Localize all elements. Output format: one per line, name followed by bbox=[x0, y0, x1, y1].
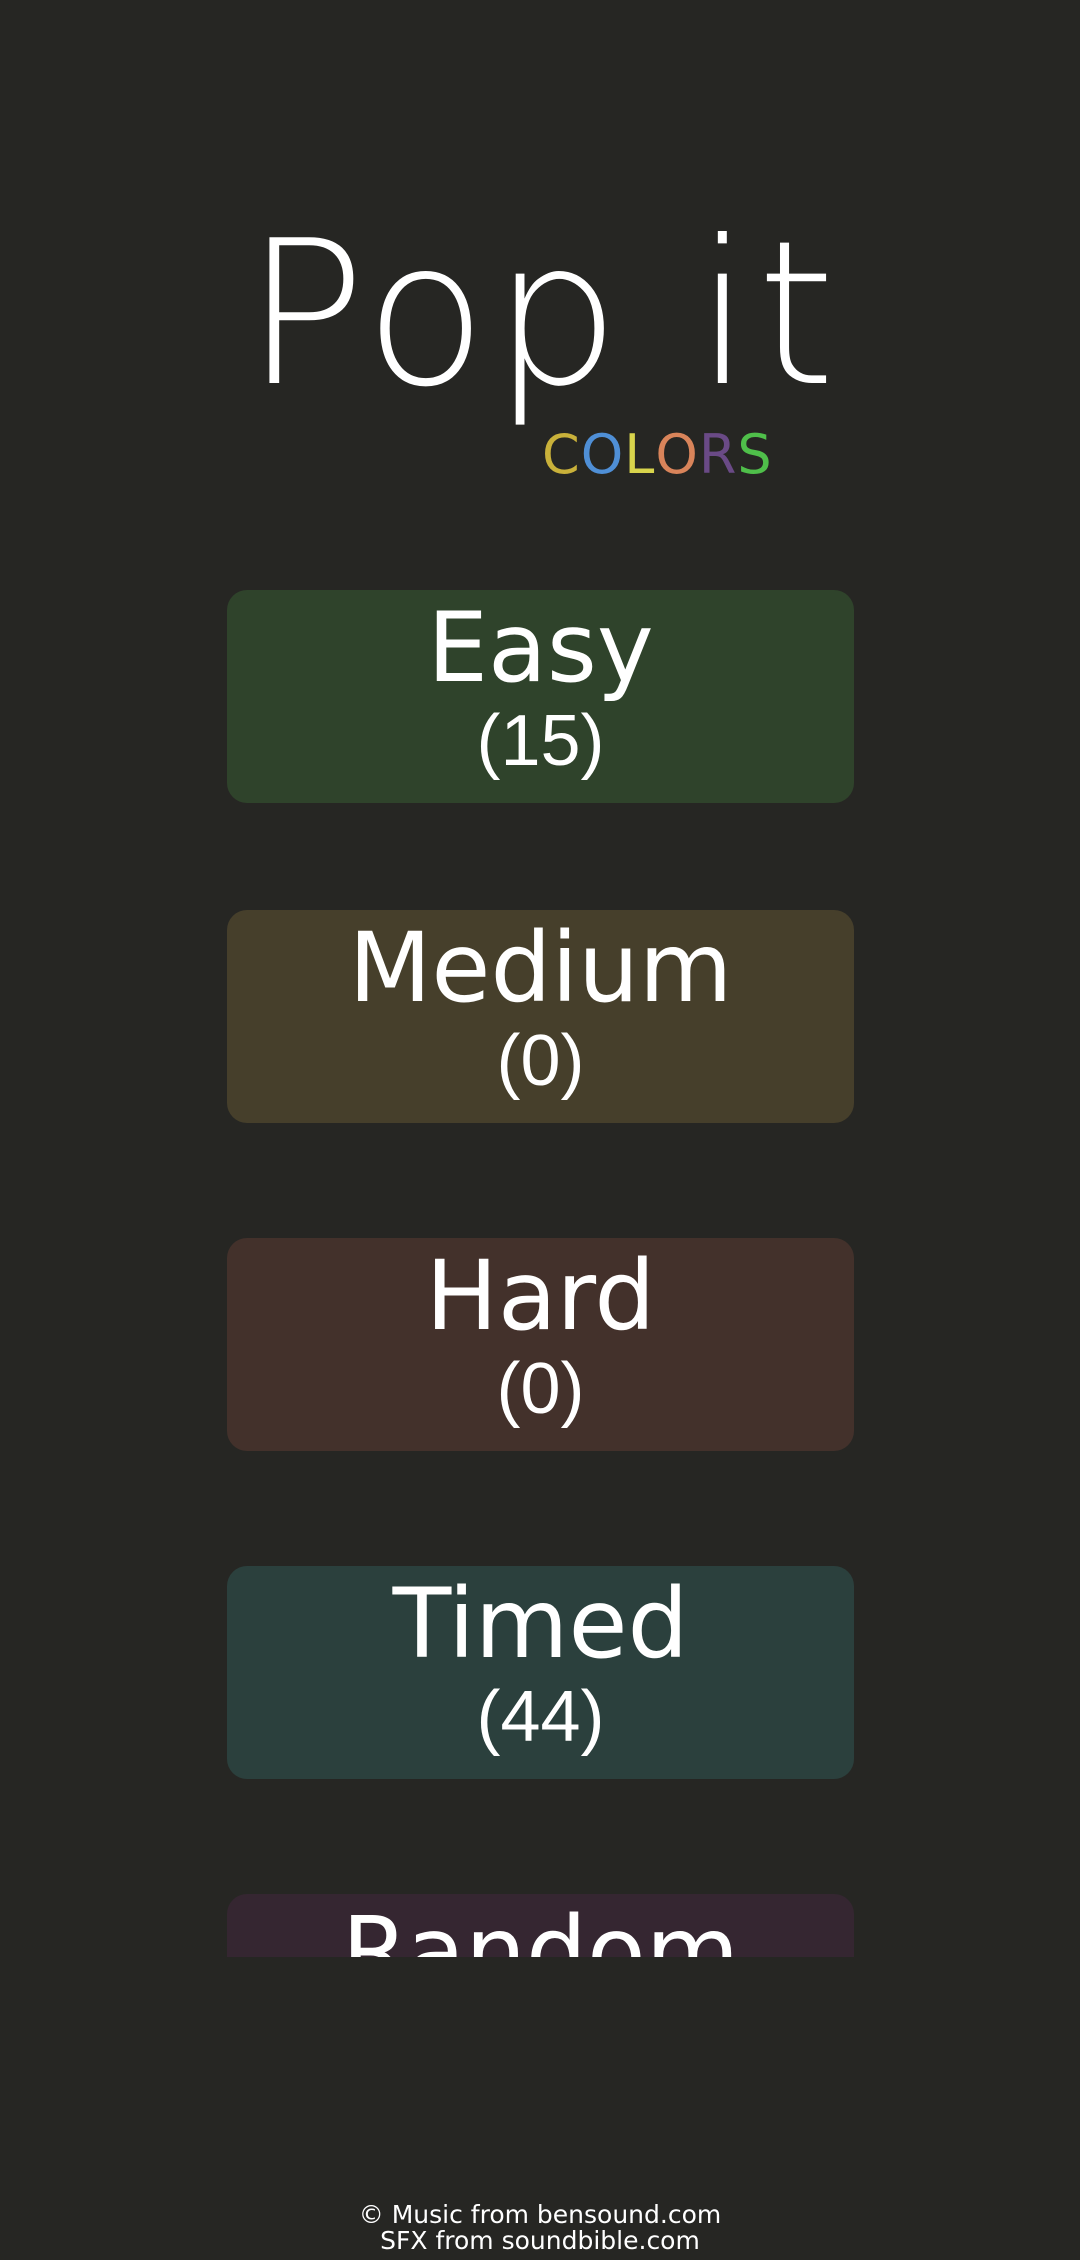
game-logo: Pop it COLORS bbox=[0, 0, 1080, 500]
mode-count: (0) bbox=[496, 1349, 585, 1429]
random-mode-button[interactable]: Random bbox=[227, 1894, 854, 1957]
logo-subtitle-letter: C bbox=[542, 423, 581, 486]
easy-mode-button[interactable]: Easy (15) bbox=[227, 590, 854, 803]
logo-subtitle-letter: S bbox=[737, 423, 773, 486]
hard-mode-button[interactable]: Hard (0) bbox=[227, 1238, 854, 1451]
mode-count: (44) bbox=[476, 1677, 605, 1757]
mode-menu[interactable]: Easy (15) Medium (0) Hard (0) Timed (44)… bbox=[0, 585, 1080, 1957]
credits: © Music from bensound.com SFX from sound… bbox=[0, 2202, 1080, 2254]
mode-count: (15) bbox=[476, 701, 605, 781]
mode-name: Medium bbox=[348, 912, 733, 1024]
mode-count: (0) bbox=[496, 1021, 585, 1101]
mode-name: Random bbox=[341, 1896, 740, 1957]
logo-subtitle: COLORS bbox=[542, 425, 773, 485]
mode-name: Timed bbox=[392, 1568, 689, 1680]
music-credit: © Music from bensound.com bbox=[358, 2200, 722, 2229]
logo-subtitle-letter: O bbox=[580, 423, 625, 486]
sfx-credit: SFX from soundbible.com bbox=[380, 2226, 700, 2255]
logo-title: Pop it bbox=[245, 198, 842, 431]
timed-mode-button[interactable]: Timed (44) bbox=[227, 1566, 854, 1779]
mode-name: Easy bbox=[427, 592, 654, 704]
medium-mode-button[interactable]: Medium (0) bbox=[227, 910, 854, 1123]
mode-name: Hard bbox=[425, 1240, 656, 1352]
logo-subtitle-letter: R bbox=[698, 423, 738, 486]
logo-subtitle-letter: L bbox=[624, 423, 656, 486]
logo-subtitle-letter: O bbox=[655, 423, 699, 486]
main-menu-screen: Pop it COLORS Easy (15) Medium (0) Hard … bbox=[0, 0, 1080, 2260]
